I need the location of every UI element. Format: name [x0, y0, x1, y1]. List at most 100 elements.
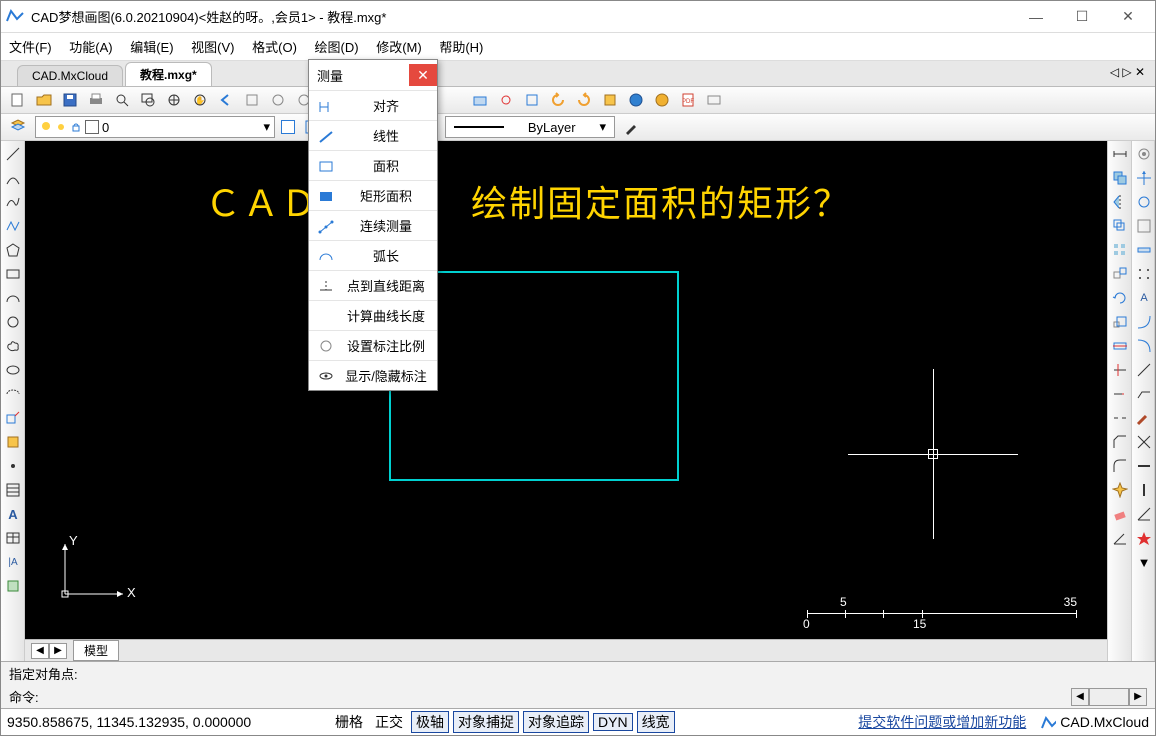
measure-arclen[interactable]: 弧长 [309, 240, 437, 270]
print-icon[interactable] [85, 89, 107, 111]
status-grid[interactable]: 栅格 [331, 712, 367, 732]
tool-r1[interactable] [469, 89, 491, 111]
move-icon[interactable] [1108, 263, 1132, 285]
menu-file[interactable]: 文件(F) [9, 40, 52, 55]
menu-draw[interactable]: 绘图(D) [315, 40, 359, 55]
offset-icon[interactable] [1108, 215, 1132, 237]
r2-vbar-icon[interactable] [1132, 479, 1155, 501]
line-tool-icon[interactable] [1, 143, 25, 165]
insert-block-icon[interactable] [1, 407, 25, 429]
r2-star-icon[interactable] [1132, 527, 1155, 549]
status-osnap[interactable]: 对象捕捉 [453, 711, 519, 733]
pdf-icon[interactable]: PDF [677, 89, 699, 111]
tool-r8[interactable] [651, 89, 673, 111]
r2-gear-icon[interactable] [1132, 143, 1155, 165]
chamfer-icon[interactable] [1108, 431, 1132, 453]
status-dyn[interactable]: DYN [593, 713, 633, 731]
tab-tutorial[interactable]: 教程.mxg* [125, 62, 212, 86]
open-icon[interactable] [33, 89, 55, 111]
r2-arc2-icon[interactable] [1132, 335, 1155, 357]
r2-cut-icon[interactable] [1132, 431, 1155, 453]
layer-select[interactable]: 0 ▾ [35, 116, 275, 138]
status-ortho[interactable]: 正交 [371, 712, 407, 732]
table-tool-icon[interactable] [1, 527, 25, 549]
arc3-tool-icon[interactable] [1, 287, 25, 309]
dim-linear-icon[interactable] [1108, 143, 1132, 165]
minimize-button[interactable]: — [1013, 2, 1059, 32]
r2-line-icon[interactable] [1132, 359, 1155, 381]
zoom-prev-icon[interactable] [215, 89, 237, 111]
menu-edit[interactable]: 编辑(E) [130, 40, 173, 55]
new-icon[interactable] [7, 89, 29, 111]
pan-icon[interactable]: ✋ [189, 89, 211, 111]
array-icon[interactable] [1108, 239, 1132, 261]
measure-area[interactable]: 面积 [309, 150, 437, 180]
break-icon[interactable] [1108, 407, 1132, 429]
cmd-scroll-left[interactable]: ◀ [1071, 688, 1089, 706]
close-button[interactable]: ✕ [1105, 2, 1151, 32]
r2-dots-icon[interactable] [1132, 263, 1155, 285]
r2-hbar-icon[interactable] [1132, 455, 1155, 477]
r2-move-icon[interactable] [1132, 167, 1155, 189]
mirror-icon[interactable] [1108, 191, 1132, 213]
drawing-canvas[interactable]: ＣＡＤ如 绘制固定面积的矩形？ X Y 5 35 [25, 141, 1107, 639]
extend-icon[interactable] [1108, 383, 1132, 405]
measure-rectarea[interactable]: 矩形面积 [309, 180, 437, 210]
text-tool-icon[interactable]: A [1, 503, 25, 525]
r2-arc1-icon[interactable] [1132, 311, 1155, 333]
maximize-button[interactable]: ☐ [1059, 2, 1105, 32]
scale-icon[interactable] [1108, 311, 1132, 333]
zoom-extent-icon[interactable] [163, 89, 185, 111]
status-feedback-link[interactable]: 提交软件问题或增加新功能 [858, 712, 1026, 732]
measure-dimscale[interactable]: 设置标注比例 [309, 330, 437, 360]
revcloud-tool-icon[interactable] [1, 335, 25, 357]
measure-linear[interactable]: 线性 [309, 120, 437, 150]
r2-leader-icon[interactable] [1132, 383, 1155, 405]
status-cloud[interactable]: CAD.MxCloud [1040, 714, 1149, 730]
tool-r10[interactable] [703, 89, 725, 111]
stretch-icon[interactable] [1108, 335, 1132, 357]
r2-ang-icon[interactable] [1132, 503, 1155, 525]
ellipse-arc-tool-icon[interactable] [1, 383, 25, 405]
tool-r2[interactable] [495, 89, 517, 111]
r2-down-icon[interactable]: ▼ [1132, 551, 1155, 573]
point-tool-icon[interactable] [1, 455, 25, 477]
popup-close-button[interactable]: ✕ [409, 64, 437, 86]
measure-point2line[interactable]: 点到直线距离 [309, 270, 437, 300]
zoom-window-icon[interactable] [137, 89, 159, 111]
ellipse-tool-icon[interactable] [1, 359, 25, 381]
status-lw[interactable]: 线宽 [637, 711, 675, 733]
explode-icon[interactable] [1108, 479, 1132, 501]
status-polar[interactable]: 极轴 [411, 711, 449, 733]
layout-prev[interactable]: ◀ [31, 643, 49, 659]
block-tool-icon[interactable] [1, 431, 25, 453]
status-otrack[interactable]: 对象追踪 [523, 711, 589, 733]
model-tab[interactable]: 模型 [73, 640, 119, 661]
hatch-tool-icon[interactable] [1, 479, 25, 501]
measure-continuous[interactable]: 连续测量 [309, 210, 437, 240]
cmd-scroll-right[interactable]: ▶ [1129, 688, 1147, 706]
r2-text-icon[interactable]: A [1132, 287, 1155, 309]
undo-icon[interactable] [547, 89, 569, 111]
polyline-tool-icon[interactable] [1, 215, 25, 237]
r2-ruler-icon[interactable] [1132, 239, 1155, 261]
layer-manager-icon[interactable] [7, 116, 29, 138]
menu-format[interactable]: 格式(O) [252, 40, 297, 55]
linetype-select[interactable]: ByLayer ▾ [445, 116, 615, 138]
tool-g2[interactable] [267, 89, 289, 111]
save-icon[interactable] [59, 89, 81, 111]
tool-g1[interactable] [241, 89, 263, 111]
brush-icon[interactable] [621, 116, 643, 138]
arc-tool-icon[interactable] [1, 167, 25, 189]
tool-r6[interactable] [599, 89, 621, 111]
mtext-tool-icon[interactable]: |A [1, 551, 25, 573]
zoom-icon[interactable] [111, 89, 133, 111]
rect-tool-icon[interactable] [1, 263, 25, 285]
color-picker[interactable] [281, 120, 295, 134]
menu-modify[interactable]: 修改(M) [376, 40, 422, 55]
command-input[interactable] [39, 689, 1071, 704]
rotate-icon[interactable] [1108, 287, 1132, 309]
measure-toggle-dim[interactable]: 显示/隐藏标注 [309, 360, 437, 390]
r2-grid-icon[interactable] [1132, 215, 1155, 237]
tab-cloud[interactable]: CAD.MxCloud [17, 65, 123, 86]
